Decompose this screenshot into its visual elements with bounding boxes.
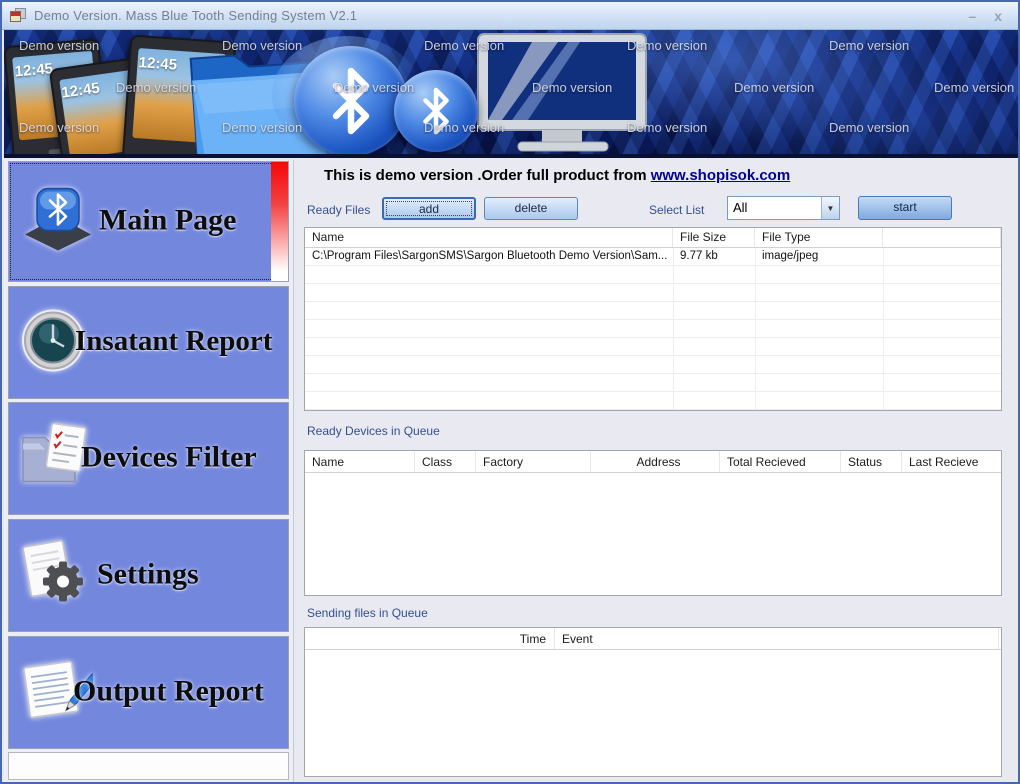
table-header-row: Name File Size File Type: [305, 228, 1001, 248]
column-header[interactable]: Name: [305, 228, 673, 247]
sending-files-label: Sending files in Queue: [307, 606, 428, 620]
table-header-row: Name Class Factory Address Total Recieved Sta…: [305, 451, 1006, 473]
sidebar: Main Page Insatant Report Devices Filter…: [4, 160, 294, 782]
window-title: Demo Version. Mass Blue Tooth Sending Sy…: [34, 8, 358, 23]
table-cell: image/jpeg: [762, 250, 819, 262]
demo-watermark: Demo version: [222, 120, 303, 135]
sidebar-item-settings[interactable]: Settings: [8, 519, 289, 632]
gear-paper-icon: [19, 537, 93, 614]
sidebar-item-label: Output Report: [73, 674, 264, 708]
ready-files-table: Name File Size File Type C:\Program Files\…: [304, 227, 1002, 411]
demo-watermark: Demo version: [334, 80, 415, 95]
table-body: C:\Program Files\SargonSMS\Sargon Blueto…: [305, 248, 1001, 410]
column-header[interactable]: File Size: [673, 228, 755, 247]
app-window: Demo Version. Mass Blue Tooth Sending Sy…: [0, 0, 1020, 784]
demo-watermark: Demo version: [424, 120, 505, 135]
demo-notice-text: This is demo version .Order full product…: [324, 167, 651, 184]
sending-files-table: Time Event: [304, 627, 1002, 777]
red-gradient-strip: [271, 162, 288, 281]
minimize-button[interactable]: –: [968, 9, 976, 23]
table-cell: 9.77 kb: [680, 250, 718, 262]
dropdown-arrow-button[interactable]: ▼: [821, 197, 839, 219]
table-row[interactable]: C:\Program Files\SargonSMS\Sargon Blueto…: [305, 248, 1001, 266]
demo-watermark: Demo version: [829, 120, 910, 135]
column-header[interactable]: Address: [591, 451, 720, 472]
sidebar-item-label: Devices Filter: [81, 440, 257, 474]
sidebar-item-output-report[interactable]: Output Report: [8, 636, 289, 749]
demo-watermark: Demo version: [222, 38, 303, 53]
demo-watermark: Demo version: [19, 120, 100, 135]
column-header[interactable]: Status: [841, 451, 902, 472]
column-header[interactable]: Factory: [476, 451, 591, 472]
close-button[interactable]: x: [994, 9, 1002, 23]
sidebar-item-devices-filter[interactable]: Devices Filter: [8, 402, 289, 515]
ready-files-label: Ready Files: [307, 203, 371, 217]
demo-watermark: Demo version: [627, 120, 708, 135]
start-button[interactable]: start: [858, 196, 952, 220]
main-content: This is demo version .Order full product…: [294, 160, 1018, 782]
add-button[interactable]: add: [382, 197, 476, 220]
select-list-label: Select List: [649, 203, 705, 217]
column-header[interactable]: Total Recieved: [720, 451, 841, 472]
demo-watermark: Demo version: [734, 80, 815, 95]
sidebar-item-label: Insatant Report: [75, 324, 273, 357]
column-header[interactable]: Name: [305, 451, 415, 472]
bluetooth-icon: [19, 186, 97, 257]
column-header[interactable]: Event: [555, 628, 999, 649]
bluetooth-logo: [294, 46, 408, 154]
column-header[interactable]: [883, 228, 1001, 247]
demo-watermark: Demo version: [532, 80, 613, 95]
table-cell: C:\Program Files\SargonSMS\Sargon Blueto…: [312, 250, 668, 262]
demo-watermark: Demo version: [934, 80, 1015, 95]
sidebar-item-label: Settings: [97, 557, 199, 591]
ready-devices-table: Name Class Factory Address Total Recieved Sta…: [304, 450, 1006, 596]
sidebar-item-main-page[interactable]: Main Page: [8, 161, 289, 282]
ready-devices-label: Ready Devices in Queue: [307, 424, 440, 438]
titlebar: Demo Version. Mass Blue Tooth Sending Sy…: [2, 2, 1018, 30]
demo-watermark: Demo version: [627, 38, 708, 53]
table-cell: [883, 248, 1001, 266]
sidebar-footer-panel: [8, 752, 289, 780]
demo-watermark: Demo version: [116, 80, 197, 95]
column-header[interactable]: Last Recieve: [902, 451, 1006, 472]
sidebar-item-label: Main Page: [99, 203, 237, 237]
sidebar-item-insatant-report[interactable]: Insatant Report: [8, 286, 289, 399]
demo-notice: This is demo version .Order full product…: [324, 167, 790, 184]
demo-watermark: Demo version: [829, 38, 910, 53]
shop-link[interactable]: www.shopisok.com: [651, 167, 790, 184]
select-list-value: All: [733, 200, 748, 215]
demo-watermark: Demo version: [19, 38, 100, 53]
app-icon: [10, 8, 26, 23]
banner: 12:45 12:45 12:45 Demo version Demo vers…: [4, 30, 1018, 158]
chevron-down-icon: ▼: [826, 203, 835, 213]
delete-button[interactable]: delete: [484, 197, 578, 220]
column-header[interactable]: Time: [305, 628, 555, 649]
select-list-dropdown[interactable]: All ▼: [727, 196, 840, 220]
table-header-row: Time Event: [305, 628, 1001, 650]
column-header[interactable]: [1006, 451, 1018, 472]
demo-watermark: Demo version: [424, 38, 505, 53]
column-header[interactable]: File Type: [755, 228, 883, 247]
column-header[interactable]: Class: [415, 451, 476, 472]
